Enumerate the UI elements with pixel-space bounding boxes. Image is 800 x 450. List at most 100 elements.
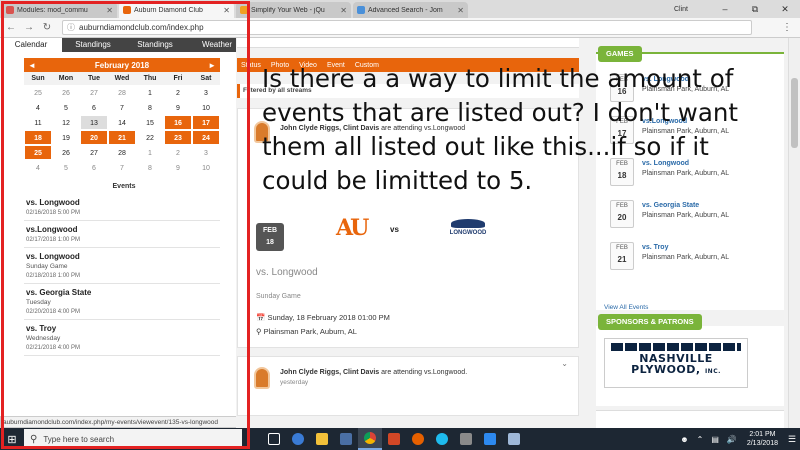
auburn-logo: AU bbox=[336, 215, 369, 241]
firefox-icon[interactable] bbox=[406, 428, 430, 450]
sponsor-logo[interactable]: NASHVILLE PLYWOOD, INC. bbox=[604, 338, 748, 388]
event-name-link[interactable]: vs. Troy bbox=[26, 324, 220, 333]
page-scrollbar[interactable] bbox=[788, 38, 800, 428]
close-tab-icon[interactable]: ✕ bbox=[340, 6, 347, 15]
event-title-link[interactable]: vs. Longwood bbox=[256, 267, 318, 278]
calendar-day[interactable]: 18 bbox=[24, 130, 52, 145]
forward-icon[interactable]: → bbox=[22, 22, 36, 33]
edge-icon[interactable] bbox=[286, 428, 310, 450]
game-location: Plainsman Park, Auburn, AL bbox=[642, 254, 730, 261]
game-name-link[interactable]: vs. Troy bbox=[642, 244, 668, 251]
url-input[interactable]: ⓘ auburndiamondclub.com/index.php bbox=[62, 20, 752, 35]
volume-icon[interactable]: 🔊 bbox=[727, 435, 737, 444]
calendar-day[interactable]: 21 bbox=[108, 130, 136, 145]
chrome-icon[interactable] bbox=[358, 428, 382, 450]
minimize-icon[interactable]: – bbox=[710, 4, 740, 14]
month-label: February 2018 bbox=[94, 60, 150, 70]
map-pin-icon: ⚲ bbox=[256, 327, 264, 336]
calendar-day[interactable]: 16 bbox=[164, 115, 192, 130]
clock[interactable]: 2:01 PM 2/13/2018 bbox=[747, 430, 778, 448]
ie-icon[interactable] bbox=[430, 428, 454, 450]
event-name-link[interactable]: vs.Longwood bbox=[26, 225, 220, 234]
calendar-day: 6 bbox=[80, 160, 108, 175]
calendar-day: 3 bbox=[192, 145, 220, 160]
browser-tab[interactable]: Auburn Diamond Club ✕ bbox=[119, 2, 234, 18]
info-icon[interactable]: ⓘ bbox=[67, 22, 75, 33]
browser-menu-icon[interactable]: ⋮ bbox=[782, 22, 792, 33]
powerpoint-icon[interactable] bbox=[382, 428, 406, 450]
event-name-link[interactable]: vs. Georgia State bbox=[26, 288, 220, 297]
event-subtitle: Sunday Game bbox=[26, 263, 68, 270]
close-tab-icon[interactable]: ✕ bbox=[106, 6, 113, 15]
tab-status[interactable]: Status bbox=[241, 62, 261, 69]
scrollbar-thumb[interactable] bbox=[791, 78, 798, 148]
game-location: Plainsman Park, Auburn, AL bbox=[642, 212, 730, 219]
sponsor-suffix: INC. bbox=[704, 368, 721, 375]
tab-standings[interactable]: Standings bbox=[62, 38, 124, 52]
post-authors[interactable]: John Clyde Riggs, Clint Davis bbox=[280, 369, 379, 376]
restore-icon[interactable]: ⧉ bbox=[740, 4, 770, 15]
calendar-day: 19 bbox=[52, 130, 80, 145]
tab-title: Advanced Search - Jom bbox=[368, 6, 443, 14]
app-icon[interactable] bbox=[454, 428, 478, 450]
status-bar-url: auburndiamondclub.com/index.php/my-event… bbox=[0, 416, 248, 428]
remote-desktop-icon[interactable] bbox=[502, 428, 526, 450]
calendar-day[interactable]: 17 bbox=[192, 115, 220, 130]
taskview-icon[interactable] bbox=[262, 428, 286, 450]
calendar-day: 1 bbox=[136, 145, 164, 160]
profile-name[interactable]: Clint bbox=[674, 6, 688, 13]
favicon-icon bbox=[357, 6, 365, 14]
calendar-icon: 📅 bbox=[256, 313, 268, 322]
weekday-header: Tue bbox=[80, 72, 108, 85]
avatar[interactable] bbox=[254, 367, 270, 389]
calendar-day[interactable]: 20 bbox=[80, 130, 108, 145]
calendar-day: 7 bbox=[108, 100, 136, 115]
network-icon[interactable]: ▤ bbox=[711, 435, 719, 444]
browser-tab[interactable]: Advanced Search - Jom ✕ bbox=[353, 2, 468, 18]
tab-calendar[interactable]: Calendar bbox=[0, 38, 62, 52]
back-icon[interactable]: ← bbox=[4, 22, 18, 33]
tab-standings-2[interactable]: Standings bbox=[124, 38, 186, 52]
browser-tab[interactable]: Modules: mod_commu ✕ bbox=[2, 2, 117, 18]
calendar-day: 1 bbox=[136, 85, 164, 100]
calendar-day[interactable]: 23 bbox=[164, 130, 192, 145]
browser-tab[interactable]: Simplify Your Web - jQu ✕ bbox=[236, 2, 351, 18]
system-tray: ☻ ⌃ ▤ 🔊 2:01 PM 2/13/2018 ☰ bbox=[676, 430, 800, 448]
event-name-link[interactable]: vs. Longwood bbox=[26, 198, 220, 207]
calendar-day: 8 bbox=[136, 100, 164, 115]
search-icon: ⚲ bbox=[30, 433, 38, 445]
calendar-day: 7 bbox=[108, 160, 136, 175]
sponsors-heading: SPONSORS & PATRONS bbox=[598, 314, 702, 330]
store-icon[interactable] bbox=[334, 428, 358, 450]
sponsor-logo-stripes bbox=[611, 343, 741, 351]
next-month-icon[interactable]: ► bbox=[208, 61, 216, 70]
event-date: 02/20/2018 4:00 PM bbox=[26, 309, 81, 315]
game-date-badge: FEB 21 bbox=[610, 242, 634, 270]
close-tab-icon[interactable]: ✕ bbox=[457, 6, 464, 15]
calendar-day: 22 bbox=[136, 130, 164, 145]
prev-month-icon[interactable]: ◄ bbox=[28, 61, 36, 70]
close-window-icon[interactable]: ✕ bbox=[770, 4, 800, 15]
calendar-day: 9 bbox=[164, 100, 192, 115]
reload-icon[interactable]: ↻ bbox=[40, 22, 54, 33]
list-item: vs.Longwood 02/17/2018 1:00 PM bbox=[24, 221, 220, 248]
windows-start-icon[interactable]: ⊞ bbox=[0, 433, 24, 446]
calendar-day[interactable]: 24 bbox=[192, 130, 220, 145]
post-text: John Clyde Riggs, Clint Davis are attend… bbox=[280, 369, 467, 376]
calendar-panel: Calendar Standings Standings Weather ◄ F… bbox=[0, 38, 248, 428]
close-tab-icon[interactable]: ✕ bbox=[223, 6, 230, 15]
event-name-link[interactable]: vs. Longwood bbox=[26, 252, 220, 261]
calendar-day: 28 bbox=[108, 85, 136, 100]
taskbar-search[interactable]: ⚲ Type here to search bbox=[24, 429, 242, 449]
people-icon[interactable]: ☻ bbox=[680, 435, 688, 444]
chevron-down-icon[interactable]: ⌄ bbox=[561, 359, 568, 368]
notifications-icon[interactable]: ☰ bbox=[784, 434, 800, 445]
calendar-day[interactable]: 25 bbox=[24, 145, 52, 160]
view-all-events-link[interactable]: View All Events bbox=[604, 304, 648, 311]
windows-taskbar: ⊞ ⚲ Type here to search ☻ ⌃ ▤ 🔊 2:01 PM … bbox=[0, 428, 800, 450]
file-explorer-icon[interactable] bbox=[310, 428, 334, 450]
chevron-up-icon[interactable]: ⌃ bbox=[697, 435, 704, 444]
calendar-day: 15 bbox=[136, 115, 164, 130]
game-name-link[interactable]: vs. Georgia State bbox=[642, 202, 699, 209]
photos-icon[interactable] bbox=[478, 428, 502, 450]
